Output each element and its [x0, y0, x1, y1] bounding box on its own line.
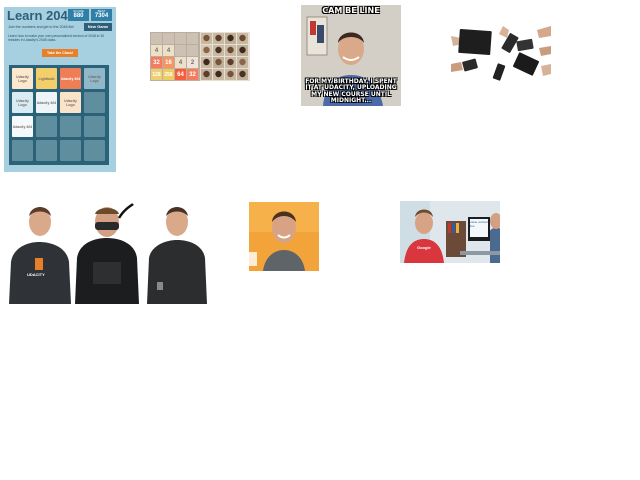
grid-cell: Udacity 404: [60, 68, 81, 89]
board-cell: 4: [151, 45, 162, 56]
grid-cell: [60, 116, 81, 137]
board-cell: 32: [187, 69, 198, 80]
portrait-grid: [200, 32, 250, 81]
devices-photo: [451, 26, 551, 85]
orange-portrait-photo: [249, 202, 319, 271]
grid-cell: [36, 116, 57, 137]
board-cell: 4: [175, 57, 186, 68]
grid-cell: Udacity Logo: [12, 68, 33, 89]
grid-cell: Udacity Logo: [12, 92, 33, 113]
board-cell: 128: [151, 69, 162, 80]
board-cell: 256: [163, 69, 174, 80]
orange-portrait-thumbnail[interactable]: [249, 202, 319, 271]
birthday-meme-thumbnail[interactable]: CAM BE LINE FOR MY BIRTHDAY, I SPENT IT …: [301, 5, 401, 106]
office-photo: [400, 201, 500, 263]
board-cell: 4: [163, 45, 174, 56]
devices-hands-thumbnail[interactable]: [451, 26, 551, 85]
new-game-button[interactable]: New Game: [84, 23, 112, 31]
grid-cell: [12, 140, 33, 161]
grid-cell: [36, 140, 57, 161]
meme-bottom-text: FOR MY BIRTHDAY, I SPENT IT AT UDACITY, …: [305, 78, 397, 104]
best-box: BEST 7304: [91, 9, 112, 21]
mini-2048-thumbnail[interactable]: 4 4 32 16 4 2 128 256 64 32: [150, 32, 250, 81]
portrait-faces-image: [201, 33, 248, 80]
board-cell: [175, 45, 186, 56]
board-cell: 64: [175, 69, 186, 80]
grid-cell: [60, 140, 81, 161]
three-men-thumbnail[interactable]: UDACITY: [7, 202, 207, 304]
board-cell: [187, 45, 198, 56]
number-board: 4 4 32 16 4 2 128 256 64 32: [150, 32, 200, 81]
board-cell: 16: [163, 57, 174, 68]
shirt-logo-text: UDACITY: [27, 272, 45, 277]
monitor-text: value vertical line: [470, 220, 488, 228]
meme-top-text: CAM BE LINE: [322, 6, 380, 15]
grid-cell: Udacity Logo: [84, 68, 105, 89]
description-text: Learn how to make your own personalized …: [8, 34, 105, 43]
game-title: Learn 2048: [7, 8, 75, 23]
office-thumbnail[interactable]: value vertical line Google: [400, 201, 500, 263]
grid-cell: Udacity 404: [12, 116, 33, 137]
three-men-photo: [7, 202, 207, 304]
grid-cell: [84, 140, 105, 161]
grid-cell: [84, 92, 105, 113]
grid-cell: Udacity Logo: [60, 92, 81, 113]
grid-cell: Udacity 404: [36, 92, 57, 113]
join-text: Join the numbers and get to the 2048 til…: [8, 25, 75, 29]
grid-cell: Lightbulb: [36, 68, 57, 89]
board-cell: [151, 33, 162, 44]
board-cell: [175, 33, 186, 44]
google-shirt-text: Google: [417, 245, 431, 250]
board-cell: 32: [151, 57, 162, 68]
board-cell: 2: [187, 57, 198, 68]
board-cell: [187, 33, 198, 44]
take-class-button[interactable]: Take the Class!: [42, 49, 78, 57]
learn-2048-thumbnail[interactable]: Learn 2048 SCORE 880 BEST 7304 Join the …: [4, 7, 116, 172]
score-box: SCORE 880: [68, 9, 89, 21]
game-grid: Udacity Logo Lightbulb Udacity 404 Udaci…: [9, 65, 109, 165]
grid-cell: [84, 116, 105, 137]
board-cell: [163, 33, 174, 44]
